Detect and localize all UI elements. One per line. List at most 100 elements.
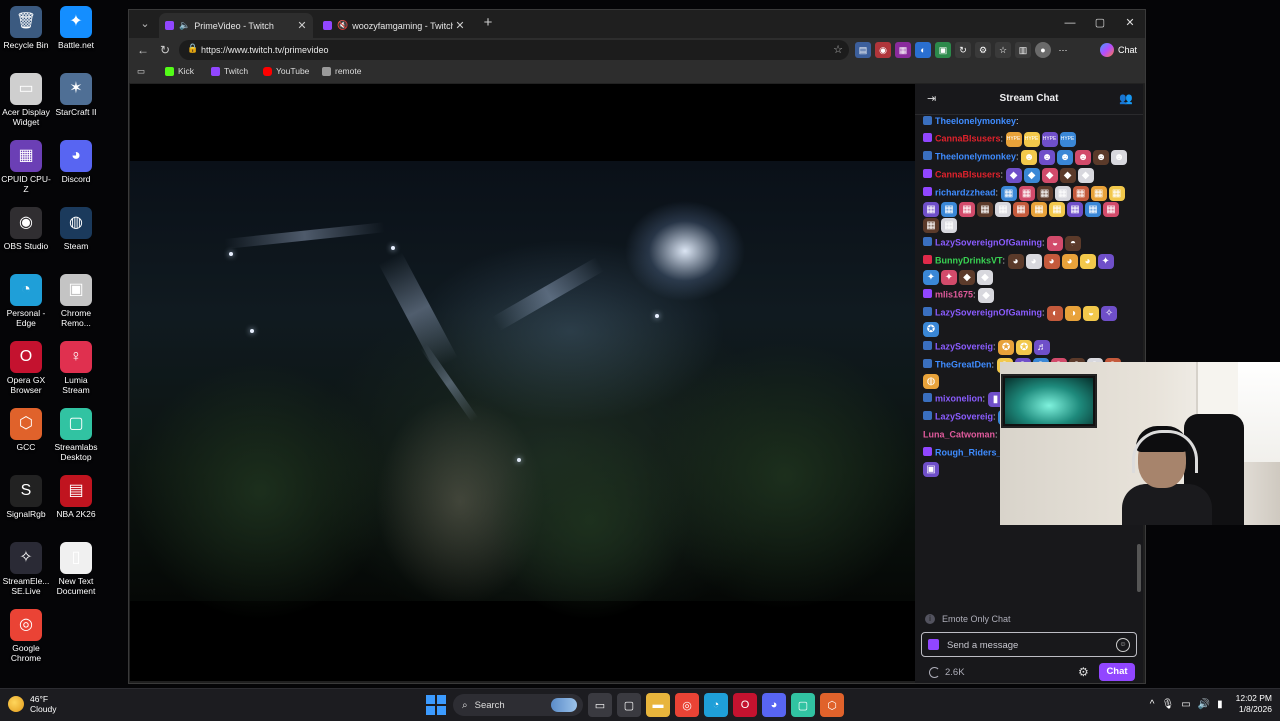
chat-badge-icon[interactable] bbox=[923, 255, 932, 265]
chat-emote-icon[interactable]: ▦ bbox=[1103, 202, 1119, 217]
desktop-icon[interactable]: ▦ CPUID CPU-Z bbox=[0, 140, 52, 194]
chat-username[interactable]: BunnyDrinksVT bbox=[935, 255, 1003, 265]
refresh-button[interactable]: ↻ bbox=[156, 41, 174, 59]
taskbar-gcc-icon[interactable]: ⬡ bbox=[820, 693, 844, 717]
chat-emote-icon[interactable]: ◆ bbox=[1077, 168, 1094, 183]
chat-badge-icon[interactable] bbox=[923, 411, 932, 421]
desktop-icon[interactable]: ✦ Battle.net bbox=[50, 6, 102, 50]
favorite-youtube[interactable]: YouTube bbox=[263, 66, 309, 76]
desktop-icon[interactable]: ✶ StarCraft II bbox=[50, 73, 102, 117]
chat-emote-icon[interactable]: ✪ bbox=[1016, 340, 1033, 355]
chat-badge-icon[interactable] bbox=[923, 359, 932, 369]
chat-emote-icon[interactable]: ▦ bbox=[1000, 186, 1017, 201]
chat-emote-icon[interactable]: ◆ bbox=[1023, 168, 1040, 183]
chat-username[interactable]: Luna_Catwoman bbox=[923, 429, 995, 439]
chat-emote-icon[interactable]: ✪ bbox=[998, 340, 1015, 355]
desktop-icon[interactable]: ◍ Steam bbox=[50, 207, 102, 251]
tab-close-icon[interactable]: ✕ bbox=[453, 19, 467, 32]
chat-emote-icon[interactable]: HYPE bbox=[1059, 132, 1076, 147]
chat-emote-icon[interactable]: ▦ bbox=[923, 218, 939, 233]
chat-emote-icon[interactable]: ◆ bbox=[978, 288, 995, 303]
chat-emote-icon[interactable]: HYPE bbox=[1005, 132, 1022, 147]
chat-emote-icon[interactable]: ▦ bbox=[995, 202, 1011, 217]
chat-scrollbar-thumb[interactable] bbox=[1137, 544, 1141, 592]
chat-message-list[interactable]: Theelonelymonkey: CannaBlsusers: HYPE HYP… bbox=[923, 114, 1133, 600]
chat-settings-icon[interactable]: ⚙ bbox=[1078, 665, 1089, 679]
chat-emote-icon[interactable]: ☻ bbox=[1075, 150, 1092, 165]
chat-badge-icon[interactable] bbox=[923, 307, 932, 317]
new-tab-button[interactable]: + bbox=[479, 15, 497, 32]
chat-badge-icon[interactable] bbox=[923, 187, 932, 197]
taskbar-discord-icon[interactable]: ◕ bbox=[762, 693, 786, 717]
chat-emote-icon[interactable]: ◑ bbox=[1065, 306, 1082, 321]
profile-avatar-icon[interactable]: ● bbox=[1035, 42, 1051, 58]
taskbar-chrome-icon[interactable]: ◎ bbox=[675, 693, 699, 717]
back-button[interactable]: ← bbox=[134, 41, 152, 59]
extension-icon[interactable]: ◉ bbox=[875, 42, 891, 58]
desktop-icon[interactable]: ▯ New Text Document bbox=[50, 542, 102, 596]
volume-icon[interactable]: 🔊 bbox=[1198, 699, 1210, 710]
chat-emote-icon[interactable]: ◒ bbox=[1083, 306, 1100, 321]
favorite-kick[interactable]: Kick bbox=[165, 66, 194, 76]
tab-actions-chevron-icon[interactable]: ⌄ bbox=[135, 15, 155, 33]
favorite-star-icon[interactable]: ☆ bbox=[833, 43, 843, 56]
chat-emote-icon[interactable]: ▦ bbox=[1067, 202, 1083, 217]
extensions-puzzle-icon[interactable]: ⚙ bbox=[975, 42, 991, 58]
community-users-icon[interactable]: 👥 bbox=[1119, 92, 1133, 105]
chat-emote-icon[interactable]: ▦ bbox=[941, 218, 957, 233]
chat-username[interactable]: Theelonelymonkey bbox=[935, 151, 1016, 161]
taskbar-search[interactable]: ⌕ Search bbox=[453, 694, 583, 716]
chat-emote-icon[interactable]: ✦ bbox=[941, 270, 957, 285]
chat-emote-icon[interactable]: ▦ bbox=[1031, 202, 1047, 217]
chat-username[interactable]: LazySovereig bbox=[935, 341, 993, 351]
chat-emote-icon[interactable]: ◆ bbox=[977, 270, 993, 285]
taskbar-task-view-icon[interactable]: ▢ bbox=[617, 693, 641, 717]
chat-username[interactable]: mlis1675 bbox=[935, 289, 973, 299]
chat-badge-icon[interactable] bbox=[923, 237, 932, 247]
extension-icon[interactable]: ◐ bbox=[915, 42, 931, 58]
chat-badge-icon[interactable] bbox=[923, 289, 932, 299]
send-chat-button[interactable]: Chat bbox=[1099, 663, 1135, 681]
chat-emote-icon[interactable]: ◕ bbox=[1043, 254, 1060, 269]
desktop-icon[interactable]: O Opera GX Browser bbox=[0, 341, 52, 395]
taskbar-streamlabs-icon[interactable]: ▢ bbox=[791, 693, 815, 717]
chat-emote-icon[interactable]: ◐ bbox=[1047, 306, 1064, 321]
mute-icon[interactable]: 🔇 bbox=[337, 20, 348, 31]
desktop-icon[interactable]: ◕ Discord bbox=[50, 140, 102, 184]
copilot-chat-button[interactable]: Chat bbox=[1099, 41, 1137, 59]
chat-emote-icon[interactable]: HYPE bbox=[1041, 132, 1058, 147]
chat-username[interactable]: LazySovereig bbox=[935, 411, 993, 421]
chat-emote-icon[interactable]: ▦ bbox=[1072, 186, 1089, 201]
maximize-button[interactable]: ▢ bbox=[1085, 10, 1115, 38]
tab-primevideo[interactable]: 🔈 PrimeVideo - Twitch ✕ bbox=[159, 13, 313, 38]
lock-icon[interactable]: 🔒 bbox=[187, 43, 198, 54]
taskbar-opera-gx-icon[interactable]: O bbox=[733, 693, 757, 717]
chat-username[interactable]: LazySovereignOfGaming bbox=[935, 307, 1042, 317]
chat-username[interactable]: LazySovereignOfGaming bbox=[935, 237, 1042, 247]
chat-username[interactable]: CannaBlsusers bbox=[935, 133, 1001, 143]
desktop-icon[interactable]: ▣ Chrome Remo... bbox=[50, 274, 102, 328]
collections-icon[interactable]: ▥ bbox=[1015, 42, 1031, 58]
desktop-icon[interactable]: ◎ Google Chrome bbox=[0, 609, 52, 663]
chat-emote-icon[interactable]: ▦ bbox=[977, 202, 993, 217]
chat-badge-icon[interactable] bbox=[923, 169, 932, 179]
chat-emote-icon[interactable]: ◍ bbox=[923, 374, 939, 389]
badge-icon[interactable] bbox=[928, 639, 939, 650]
chat-badge-icon[interactable] bbox=[923, 341, 932, 351]
chat-emote-icon[interactable]: ✦ bbox=[923, 270, 939, 285]
chat-emote-icon[interactable]: ♬ bbox=[1034, 340, 1051, 355]
start-button[interactable] bbox=[424, 693, 448, 717]
extension-icon[interactable]: ▦ bbox=[895, 42, 911, 58]
speaker-icon[interactable]: 🔈 bbox=[179, 20, 190, 31]
desktop-icon[interactable]: ⬡ GCC bbox=[0, 408, 52, 452]
chat-emote-icon[interactable]: ☻ bbox=[1039, 150, 1056, 165]
chat-emote-icon[interactable]: ✪ bbox=[923, 322, 939, 337]
favorite-twitch[interactable]: Twitch bbox=[211, 66, 248, 76]
chat-badge-icon[interactable] bbox=[923, 393, 932, 403]
extension-icon[interactable]: ▤ bbox=[855, 42, 871, 58]
chat-emote-icon[interactable]: HYPE bbox=[1023, 132, 1040, 147]
desktop-icon[interactable]: ▢ Streamlabs Desktop bbox=[50, 408, 102, 462]
minimize-button[interactable]: — bbox=[1055, 10, 1085, 38]
close-window-button[interactable]: ✕ bbox=[1115, 10, 1145, 38]
chat-username[interactable]: TheGreatDen bbox=[935, 359, 992, 369]
